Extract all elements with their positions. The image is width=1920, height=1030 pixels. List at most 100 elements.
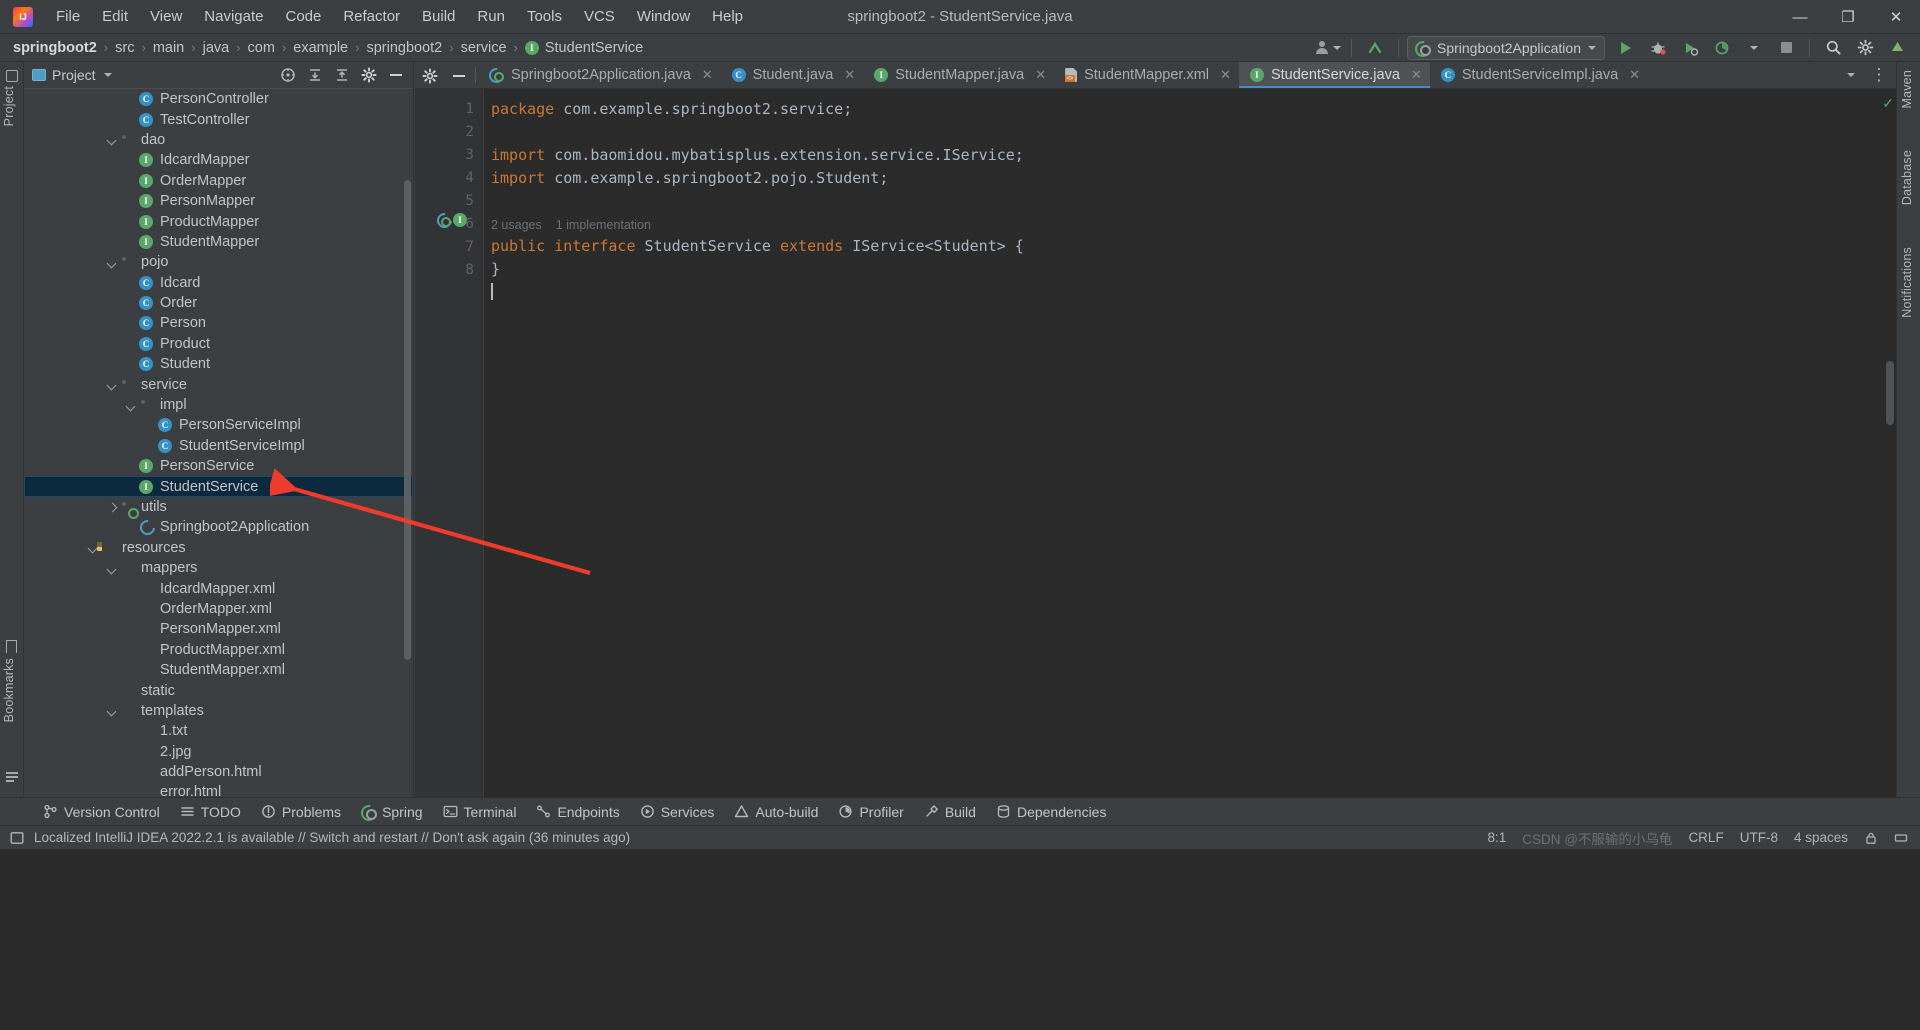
tree-item[interactable]: utils [24,497,413,517]
stop-button[interactable] [1771,36,1801,60]
close-button[interactable]: ✕ [1872,0,1920,34]
chevron-down-icon[interactable] [106,256,119,269]
tree-item[interactable]: I StudentMapper [24,232,413,252]
code-line[interactable] [491,121,1896,144]
error-stripe-gutter[interactable]: ✓ [1882,89,1896,797]
menu-run[interactable]: Run [466,4,516,30]
run-with-coverage-button[interactable] [1675,36,1705,60]
menu-refactor[interactable]: Refactor [332,4,411,30]
tree-item[interactable]: pojo [24,252,413,272]
bottom-item-dependencies[interactable]: Dependencies [987,801,1116,823]
breadcrumb-src[interactable]: src [115,40,134,56]
inspection-status-icon[interactable]: ✓ [1882,95,1894,112]
breadcrumb-service[interactable]: service [461,40,507,56]
code-line[interactable] [491,190,1896,213]
code-editor[interactable]: I 12345678 package com.example.springboo… [415,89,1896,797]
menu-window[interactable]: Window [626,4,701,30]
rail-item-maven[interactable]: Maven [1900,70,1914,109]
editor-tab-studentmapper-java[interactable]: I StudentMapper.java ✕ [863,62,1054,88]
menu-help[interactable]: Help [701,4,754,30]
tree-item[interactable]: impl [24,395,413,415]
status-message[interactable]: Localized IntelliJ IDEA 2022.2.1 is avai… [34,830,630,845]
code-line[interactable]: package com.example.springboot2.service; [491,98,1896,121]
lock-icon[interactable] [1864,831,1878,845]
tree-item[interactable]: ProductMapper.xml [24,640,413,660]
project-file-tree[interactable]: C PersonController C TestController dao I Idca… [24,89,413,797]
bottom-item-terminal[interactable]: Terminal [434,801,526,823]
rail-item-database[interactable]: Database [1900,150,1914,205]
tree-item[interactable]: I PersonMapper [24,191,413,211]
maximize-button[interactable]: ❐ [1824,0,1872,34]
tree-item[interactable]: C PersonController [24,89,413,109]
tree-item[interactable]: I ProductMapper [24,211,413,231]
tree-item[interactable]: error.html [24,782,413,797]
close-tab-icon[interactable]: ✕ [1035,67,1046,83]
bottom-item-build[interactable]: Build [915,801,985,823]
chevron-down-icon[interactable] [1739,36,1769,60]
structure-tool-icon[interactable] [6,772,18,784]
breadcrumb-com[interactable]: com [248,40,275,56]
tree-item[interactable]: I OrderMapper [24,171,413,191]
tree-item[interactable]: 1.txt [24,721,413,741]
tree-item[interactable]: IdcardMapper.xml [24,578,413,598]
settings-gear-icon[interactable] [1850,36,1880,60]
menu-file[interactable]: File [45,4,91,30]
more-options-icon[interactable]: ⋮ [1866,64,1892,86]
hide-editor-icon[interactable] [445,62,473,89]
line-separator[interactable]: CRLF [1688,830,1723,845]
bottom-item-profiler[interactable]: Profiler [829,801,912,823]
project-tool-icon[interactable] [6,70,18,82]
updates-available-icon[interactable] [1882,36,1912,60]
indent-setting[interactable]: 4 spaces [1794,830,1848,845]
editor-tab-springboot2application-java[interactable]: Springboot2Application.java ✕ [478,62,721,88]
menu-vcs[interactable]: VCS [573,4,626,30]
editor-tab-studentserviceimpl-java[interactable]: C StudentServiceImpl.java ✕ [1430,62,1648,88]
tree-item[interactable]: PersonMapper.xml [24,619,413,639]
chevron-right-icon[interactable] [106,501,119,514]
notification-icon[interactable] [10,831,24,845]
tree-item[interactable]: C TestController [24,109,413,129]
code-line[interactable] [491,281,1896,304]
expand-all-icon[interactable] [302,64,328,86]
bottom-item-endpoints[interactable]: Endpoints [527,801,628,823]
hide-panel-icon[interactable] [383,64,409,86]
tree-item[interactable]: static [24,680,413,700]
bottom-item-auto-build[interactable]: Auto-build [725,801,827,823]
tree-item[interactable]: StudentMapper.xml [24,660,413,680]
chevron-down-icon[interactable] [106,704,119,717]
tree-item[interactable]: C Student [24,354,413,374]
tree-item[interactable]: dao [24,130,413,150]
menu-view[interactable]: View [139,4,193,30]
project-tree-scrollbar[interactable] [404,180,411,660]
editor-tab-studentservice-java[interactable]: I StudentService.java ✕ [1238,62,1430,88]
minimize-button[interactable]: — [1776,0,1824,34]
chevron-down-icon[interactable] [1838,64,1864,86]
select-opened-file-icon[interactable] [275,64,301,86]
debug-button[interactable] [1643,36,1673,60]
tree-item[interactable]: service [24,374,413,394]
caret-position[interactable]: 8:1 [1487,830,1506,845]
close-tab-icon[interactable]: ✕ [1629,67,1640,83]
code-line[interactable]: public interface StudentService extends … [491,235,1896,258]
run-configuration-selector[interactable]: Springboot2Application [1407,35,1605,60]
update-project-icon[interactable] [1360,36,1390,60]
tree-item[interactable]: C StudentServiceImpl [24,436,413,456]
bottom-item-problems[interactable]: Problems [252,801,350,823]
bottom-item-todo[interactable]: TODO [171,801,250,823]
tree-item[interactable]: C Product [24,334,413,354]
close-tab-icon[interactable]: ✕ [702,67,713,83]
search-everywhere-icon[interactable] [1818,36,1848,60]
breadcrumb-java[interactable]: java [203,40,230,56]
menu-tools[interactable]: Tools [516,4,573,30]
editor-tab-student-java[interactable]: C Student.java ✕ [721,62,864,88]
file-encoding[interactable]: UTF-8 [1740,830,1778,845]
code-content[interactable]: package com.example.springboot2.service;… [483,89,1896,797]
breadcrumb-project[interactable]: springboot2 [13,40,97,56]
bookmarks-tool-icon[interactable] [6,640,17,653]
tree-item[interactable]: templates [24,701,413,721]
editor-tab-studentmapper-xml[interactable]: StudentMapper.xml ✕ [1054,62,1239,88]
run-button[interactable] [1611,36,1641,60]
tree-item-selected[interactable]: I StudentService [24,476,413,497]
bottom-item-spring[interactable]: Spring [352,801,431,823]
close-tab-icon[interactable]: ✕ [844,67,855,83]
